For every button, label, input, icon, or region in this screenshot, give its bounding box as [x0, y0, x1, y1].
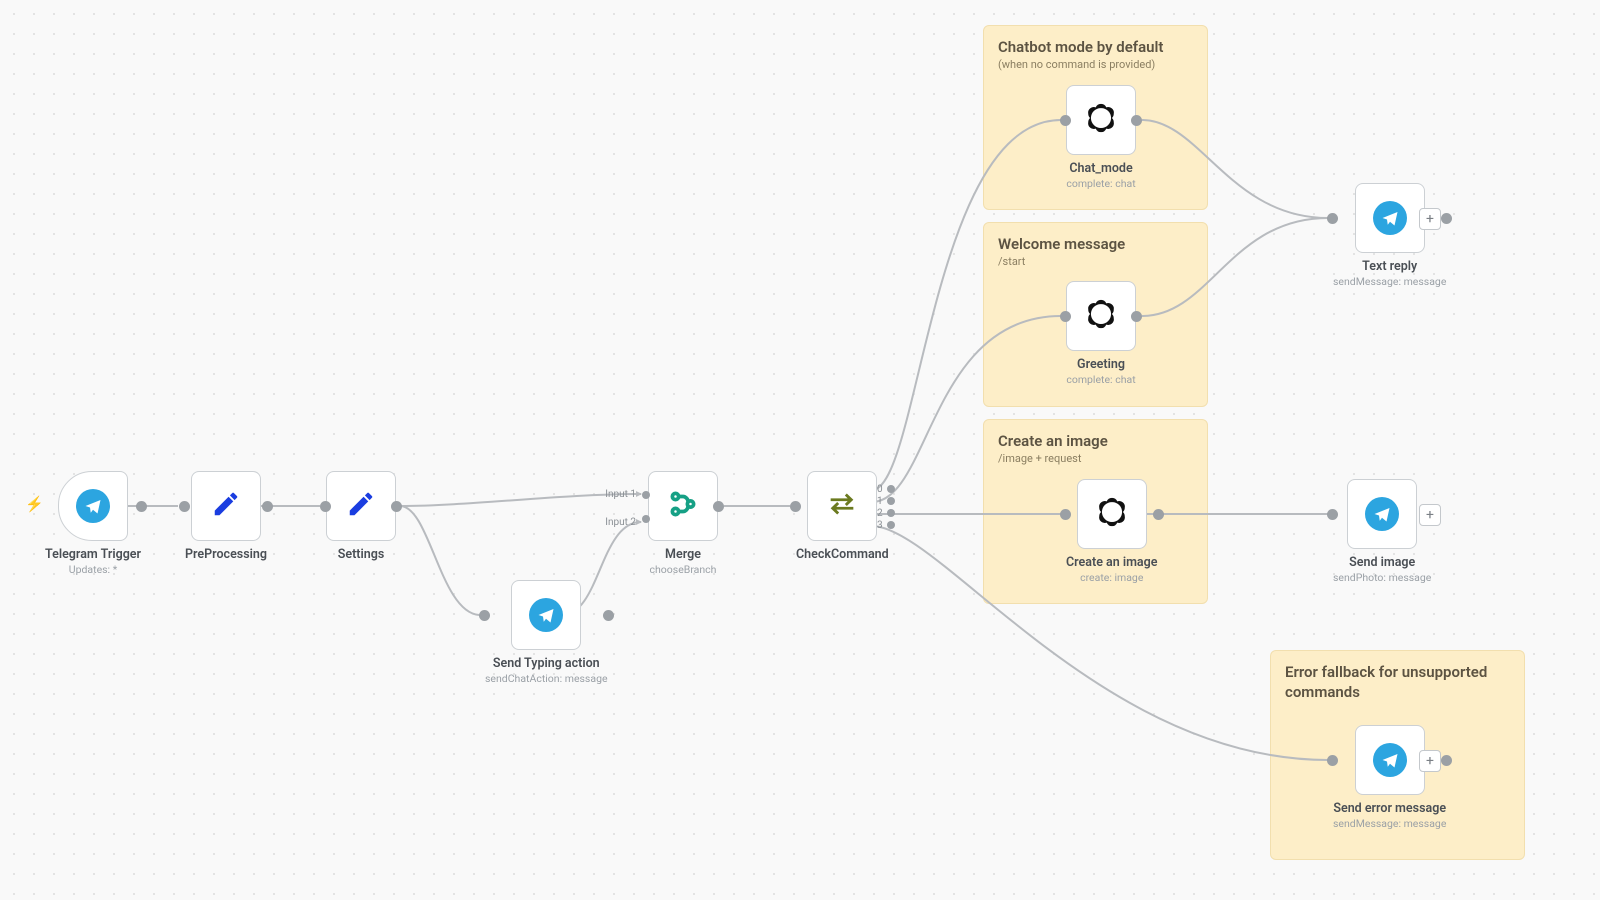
merge-icon	[668, 489, 698, 523]
sticky-title: Create an image	[998, 432, 1193, 450]
trigger-bolt-icon: ⚡	[25, 495, 44, 513]
node-title: CheckCommand	[796, 547, 889, 562]
switch-icon	[825, 487, 859, 525]
telegram-icon	[1365, 497, 1399, 531]
node-send-error[interactable]: + Send error message sendMessage: messag…	[1333, 725, 1446, 830]
sticky-title: Error fallback for unsupported commands	[1285, 663, 1510, 702]
node-check-command[interactable]: CheckCommand	[796, 471, 889, 562]
add-node-button[interactable]: +	[1419, 504, 1441, 526]
pencil-icon	[346, 489, 376, 523]
node-greeting[interactable]: Greeting complete: chat	[1066, 281, 1136, 386]
node-sub: Updates: *	[69, 563, 117, 576]
svg-text:Input 2: Input 2	[605, 517, 636, 528]
node-merge[interactable]: Merge chooseBranch	[648, 471, 718, 576]
node-title: Create an image	[1066, 555, 1158, 570]
node-sub: sendPhoto: message	[1333, 571, 1431, 584]
telegram-icon	[76, 489, 110, 523]
sticky-sub: (when no command is provided)	[998, 58, 1193, 71]
openai-icon	[1084, 297, 1118, 335]
sticky-sub: /image + request	[998, 452, 1193, 465]
node-create-image[interactable]: Create an image create: image	[1066, 479, 1158, 584]
sticky-title: Chatbot mode by default	[998, 38, 1193, 56]
node-sub: create: image	[1080, 571, 1143, 584]
add-node-button[interactable]: +	[1419, 208, 1441, 230]
pencil-icon	[211, 489, 241, 523]
node-title: Telegram Trigger	[45, 547, 141, 562]
node-sub: sendChatAction: message	[485, 672, 608, 685]
node-settings[interactable]: Settings	[326, 471, 396, 562]
node-title: Merge	[665, 547, 701, 562]
telegram-icon	[1373, 743, 1407, 777]
node-title: Send Typing action	[493, 656, 600, 671]
node-title: Greeting	[1077, 357, 1125, 372]
telegram-icon	[529, 598, 563, 632]
node-preprocessing[interactable]: PreProcessing	[185, 471, 267, 562]
node-title: Text reply	[1362, 259, 1417, 274]
telegram-icon	[1373, 201, 1407, 235]
openai-icon	[1095, 495, 1129, 533]
svg-text:Input 1: Input 1	[605, 489, 636, 500]
sticky-title: Welcome message	[998, 235, 1193, 253]
node-title: Settings	[338, 547, 385, 562]
node-chat-mode[interactable]: Chat_mode complete: chat	[1066, 85, 1136, 190]
node-sub: complete: chat	[1066, 373, 1135, 386]
node-text-reply[interactable]: + Text reply sendMessage: message	[1333, 183, 1446, 288]
node-sub: sendMessage: message	[1333, 275, 1446, 288]
add-node-button[interactable]: +	[1419, 750, 1441, 772]
openai-icon	[1084, 101, 1118, 139]
node-title: PreProcessing	[185, 547, 267, 562]
node-send-image[interactable]: + Send image sendPhoto: message	[1333, 479, 1431, 584]
node-sub: sendMessage: message	[1333, 817, 1446, 830]
node-send-typing[interactable]: Send Typing action sendChatAction: messa…	[485, 580, 608, 685]
sticky-sub: /start	[998, 255, 1193, 268]
node-sub: complete: chat	[1066, 177, 1135, 190]
node-sub: chooseBranch	[650, 563, 717, 576]
node-title: Send error message	[1333, 801, 1446, 816]
workflow-canvas[interactable]: Chatbot mode by default (when no command…	[0, 0, 1600, 900]
node-title: Send image	[1349, 555, 1415, 570]
node-title: Chat_mode	[1069, 161, 1132, 176]
node-telegram-trigger[interactable]: ⚡ Telegram Trigger Updates: *	[45, 471, 141, 576]
